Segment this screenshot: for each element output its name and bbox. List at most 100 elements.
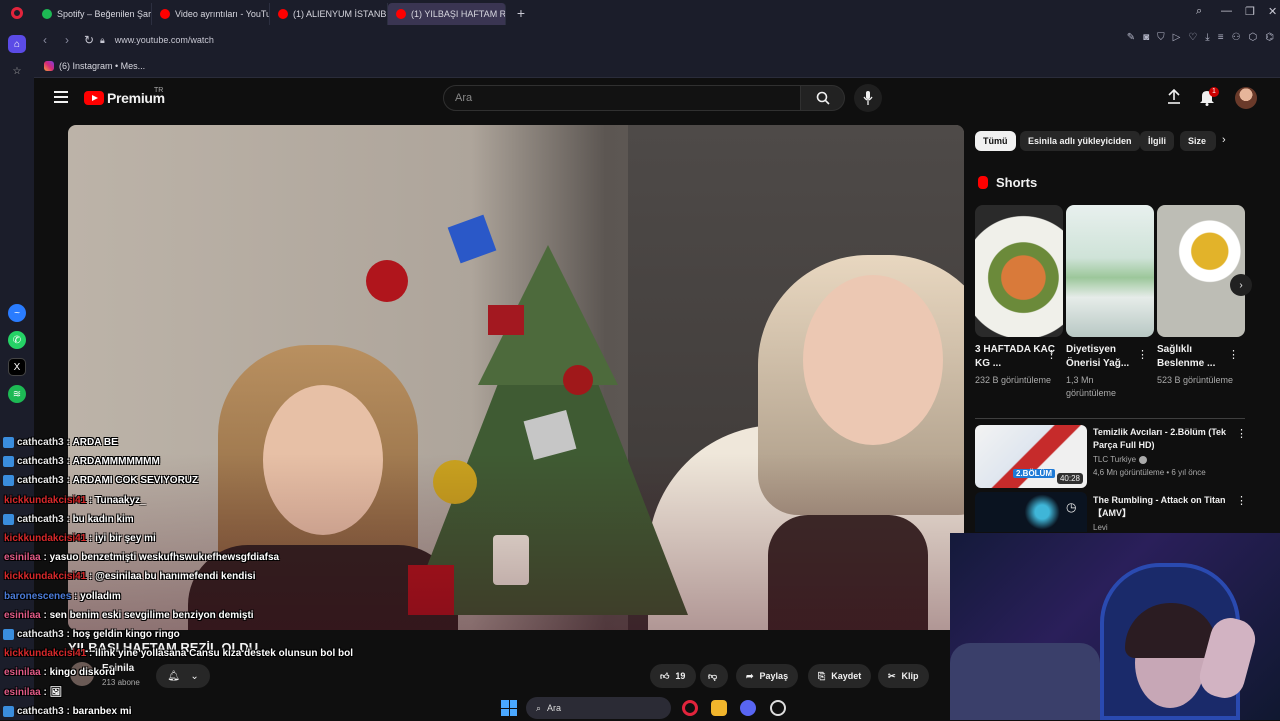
heart-icon[interactable]: ♡ <box>1188 32 1197 43</box>
upload-icon[interactable] <box>1167 89 1181 105</box>
recommendation-channel[interactable]: Levi <box>1093 523 1108 532</box>
chat-text: bu kadın kim <box>72 513 134 525</box>
more-options-icon[interactable]: ⋮ <box>1046 348 1057 361</box>
star-icon[interactable]: ☆ <box>8 62 26 80</box>
search-icon <box>816 91 830 105</box>
back-icon[interactable]: ‹ <box>34 33 56 47</box>
play-icon[interactable]: ▷ <box>1173 32 1181 43</box>
extensions-icon[interactable]: ⬡ <box>1249 32 1258 43</box>
browser-tab[interactable]: Spotify – Beğenilen Şarkılar <box>34 3 152 25</box>
whatsapp-icon[interactable]: ✆ <box>8 331 26 349</box>
edit-icon[interactable]: ✎ <box>1127 32 1135 43</box>
clock-icon[interactable]: ◷ <box>1066 500 1076 514</box>
voice-search-button[interactable] <box>854 84 882 112</box>
recommendation-title[interactable]: Temizlik Avcıları - 2.Bölüm (Tek Parça F… <box>1093 426 1233 452</box>
chat-message: baronescenes : yolladım <box>0 587 400 606</box>
chat-separator: : <box>40 609 50 621</box>
ai-icon[interactable]: ⌬ <box>1265 32 1274 43</box>
profile-icon[interactable]: ⚇ <box>1232 32 1241 43</box>
chip-from-uploader[interactable]: Esinila adlı yükleyiciden <box>1020 131 1140 151</box>
windows-start-icon[interactable] <box>501 700 517 716</box>
more-options-icon[interactable]: ⋮ <box>1236 427 1247 440</box>
chat-separator: : <box>86 533 96 545</box>
search-placeholder: Ara <box>455 92 473 104</box>
chat-separator: : <box>40 552 50 564</box>
short-title[interactable]: 3 HAFTADA KAÇ KG ... <box>975 343 1055 371</box>
instagram-icon <box>44 60 54 71</box>
tab-label: Spotify – Beğenilen Şarkılar <box>57 9 152 19</box>
browser-tab[interactable]: (1) ALIENYUM İSTANBUL <box>270 3 388 25</box>
short-thumbnail[interactable] <box>1066 205 1154 337</box>
chat-separator: : <box>86 494 96 506</box>
menu-icon[interactable]: ≡ <box>1218 32 1224 43</box>
recommendation-title[interactable]: The Rumbling - Attack on Titan 【AMV】 <box>1093 494 1233 520</box>
chat-text: ARDAMMMMMMM <box>72 456 160 468</box>
tab-label: (1) YILBAŞI HAFTAM REZİL <box>411 9 506 19</box>
video-duration: 40:28 <box>1056 473 1083 484</box>
chevron-right-icon[interactable]: › <box>1230 274 1252 296</box>
chat-username: kickkundakcisi41 <box>4 494 87 506</box>
recommendation-channel[interactable]: TLC Turkiye <box>1093 455 1148 464</box>
camera-icon[interactable]: ◙ <box>1143 32 1149 43</box>
short-thumbnail[interactable] <box>1157 205 1245 337</box>
short-title[interactable]: Sağlıklı Beslenme ... <box>1157 343 1237 371</box>
chat-message: kickkundakcisi41 : @esinilaa bu hanımefe… <box>0 567 400 586</box>
search-button[interactable] <box>801 85 845 111</box>
youtube-logo-icon[interactable] <box>84 91 104 105</box>
chip-for-you[interactable]: Size <box>1180 131 1216 151</box>
spotify-icon[interactable]: ≋ <box>8 385 26 403</box>
opera-logo-icon[interactable] <box>0 0 34 26</box>
chat-separator: : <box>40 667 50 679</box>
short-thumbnail[interactable] <box>975 205 1063 337</box>
save-button[interactable]: ⎘ Kaydet <box>808 664 872 688</box>
chip-all[interactable]: Tümü <box>975 131 1016 151</box>
home-icon[interactable]: ⌂ <box>8 35 26 53</box>
messenger-icon[interactable]: ~ <box>8 304 26 322</box>
minimize-button[interactable]: — <box>1221 5 1232 17</box>
bookmark-instagram[interactable]: (6) Instagram • Mes... <box>59 61 145 71</box>
download-icon[interactable]: ⤓ <box>1205 32 1209 43</box>
shield-icon[interactable]: ⛉ <box>1157 32 1165 43</box>
chat-badge-icon <box>3 437 14 449</box>
bookmark-icon: ⎘ <box>818 670 826 681</box>
forward-icon[interactable]: › <box>56 33 78 47</box>
user-avatar[interactable] <box>1235 87 1257 109</box>
chatgpt-icon[interactable] <box>770 700 786 716</box>
lock-icon: 🔒︎ <box>100 34 105 45</box>
like-button[interactable]: 👍︎ 19 <box>650 664 696 688</box>
clip-button[interactable]: ✂ Klip <box>878 664 929 688</box>
chat-username: kickkundakcisi41 <box>4 648 87 660</box>
more-options-icon[interactable]: ⋮ <box>1236 494 1247 507</box>
chat-text: ARDAMI COK SEVIYORUZ <box>72 475 199 487</box>
chevron-right-icon[interactable]: › <box>1222 134 1226 146</box>
chat-username: cathcath3 <box>17 475 64 487</box>
discord-icon[interactable] <box>740 700 756 716</box>
short-title[interactable]: Diyetisyen Önerisi Yağ... <box>1066 343 1146 371</box>
more-options-icon[interactable]: ⋮ <box>1228 348 1239 361</box>
more-options-icon[interactable]: ⋮ <box>1137 348 1148 361</box>
address-bar: ‹ › ↻ 🔒︎ www.youtube.com/watch ✎ ◙ ⛉ ▷ ♡… <box>34 26 1280 54</box>
url-field[interactable]: www.youtube.com/watch <box>115 35 214 45</box>
share-button[interactable]: ➦ Paylaş <box>736 664 799 688</box>
close-window-button[interactable]: ✕ <box>1268 5 1277 18</box>
taskbar-search[interactable]: ⌕ Ara <box>526 697 671 719</box>
share-icon: ➦ <box>746 670 754 681</box>
tab-search-icon[interactable]: ⌕ <box>1196 5 1202 18</box>
new-tab-button[interactable]: + <box>512 4 530 22</box>
x-icon[interactable]: X <box>8 358 26 376</box>
opera-taskbar-icon[interactable] <box>682 700 698 716</box>
chat-separator: : <box>63 437 73 449</box>
file-explorer-icon[interactable] <box>711 700 727 716</box>
recommendation-thumbnail[interactable]: 2.BÖLÜM 40:28 <box>975 425 1087 488</box>
reload-icon[interactable]: ↻ <box>78 33 100 47</box>
search-input[interactable]: Ara <box>443 85 801 111</box>
dislike-button[interactable]: 👎︎ <box>700 664 728 688</box>
chip-related[interactable]: İlgili <box>1140 131 1174 151</box>
browser-tab[interactable]: Video ayrıntıları - YouTube <box>152 3 270 25</box>
maximize-button[interactable]: ❐ <box>1245 5 1255 18</box>
chat-text: kingo diskord <box>49 667 116 679</box>
chat-badge-icon <box>3 513 14 525</box>
browser-tab[interactable]: (1) YILBAŞI HAFTAM REZİL <box>388 3 506 25</box>
hamburger-menu-icon[interactable] <box>54 91 68 103</box>
chat-badge-icon <box>3 456 14 468</box>
